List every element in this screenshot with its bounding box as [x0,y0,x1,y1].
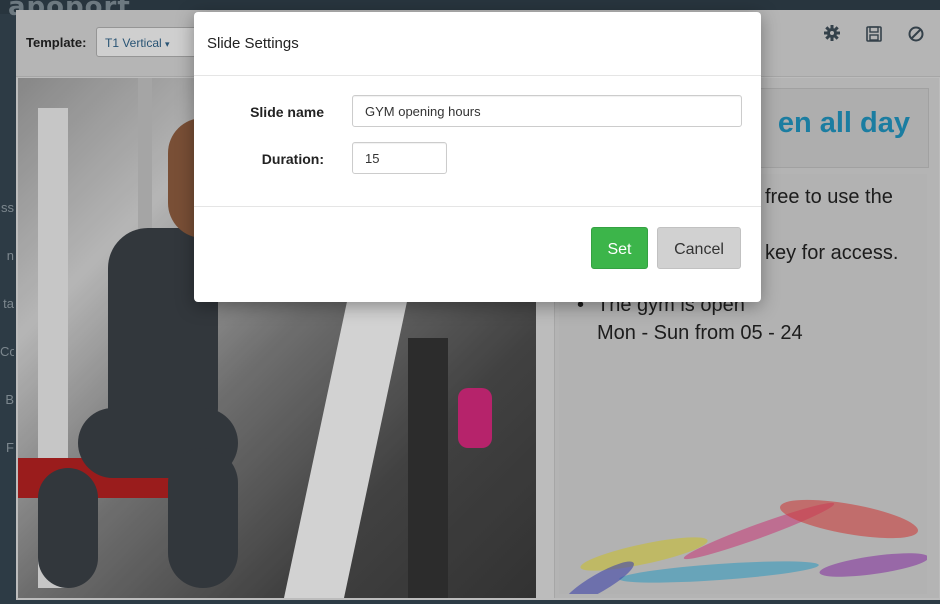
duration-label: Duration: [261,151,324,167]
set-button[interactable]: Set [591,227,648,269]
modal-header: Slide Settings [194,12,761,76]
modal-title: Slide Settings [207,35,299,52]
slide-settings-dialog: Slide Settings Slide name Duration: Set … [194,12,761,302]
slide-name-label: Slide name [250,104,324,120]
modal-divider [194,206,761,207]
cancel-button[interactable]: Cancel [657,227,741,269]
duration-input[interactable] [352,142,447,174]
slide-name-input[interactable] [352,95,742,127]
